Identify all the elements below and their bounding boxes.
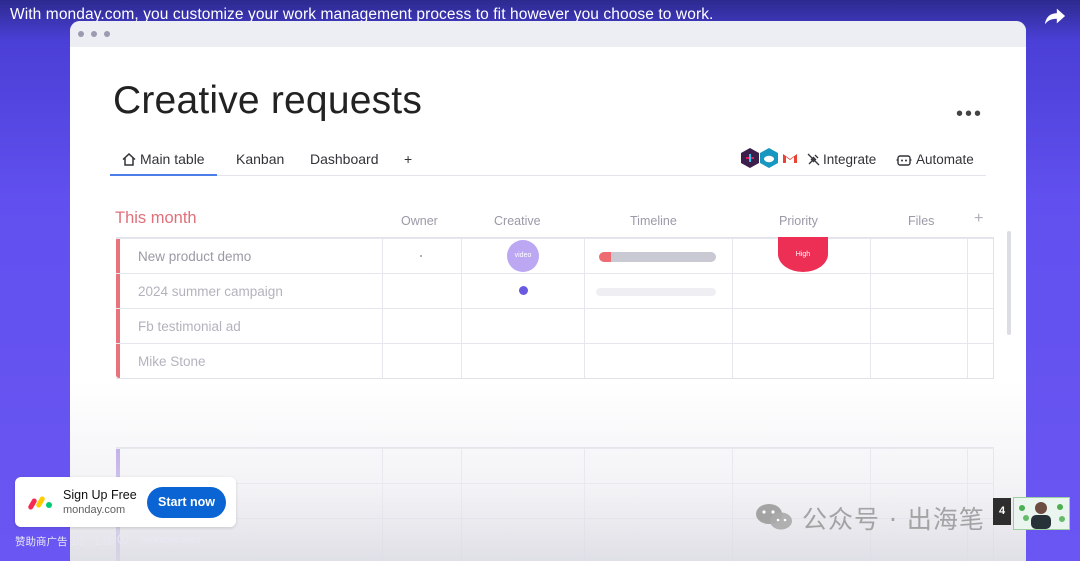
table-row[interactable]: 2024 summer campaign <box>116 273 993 308</box>
more-options-icon[interactable]: ••• <box>956 103 983 126</box>
timeline-progress <box>599 252 611 262</box>
column-header-files[interactable]: Files <box>908 214 934 228</box>
row-name[interactable]: Fb testimonial ad <box>138 319 241 334</box>
salesforce-icon <box>760 148 778 168</box>
creative-video-thumbnail[interactable]: video <box>507 240 539 272</box>
ad-title: Sign Up Free <box>63 488 137 502</box>
plug-icon <box>807 153 820 166</box>
share-icon[interactable] <box>1044 6 1066 26</box>
group-title[interactable]: This month <box>115 209 197 228</box>
row-name[interactable]: 2024 summer campaign <box>138 284 283 299</box>
creative-placeholder-dot <box>519 286 528 295</box>
table-row[interactable]: Fb testimonial ad <box>116 308 993 343</box>
presenter-avatar-icon <box>1019 502 1065 529</box>
column-header-owner[interactable]: Owner <box>401 214 438 228</box>
monday-logo-icon <box>28 496 52 510</box>
timeline-placeholder <box>596 288 716 296</box>
integrate-label: Integrate <box>823 152 877 167</box>
ad-domain: monday.com <box>63 504 126 516</box>
group-table: New product demo 2024 summer campaign Fb… <box>116 237 994 379</box>
home-icon <box>122 153 136 166</box>
robot-icon <box>896 155 912 166</box>
slack-icon <box>741 148 759 168</box>
presenter-video-thumbnail[interactable] <box>1013 497 1070 530</box>
window-titlebar <box>70 21 1026 47</box>
automate-button[interactable]: Automate <box>896 152 974 167</box>
tab-main-table[interactable]: Main table <box>110 151 217 176</box>
tab-label: Main table <box>140 151 205 167</box>
tab-kanban[interactable]: Kanban <box>236 151 284 173</box>
scrollbar[interactable] <box>1007 231 1011 335</box>
start-now-button[interactable]: Start now <box>147 487 226 518</box>
info-icon[interactable] <box>117 533 129 545</box>
automate-label: Automate <box>916 152 974 167</box>
column-header-creative[interactable]: Creative <box>494 214 541 228</box>
table-row[interactable]: New product demo <box>116 238 993 273</box>
table-row[interactable]: Mike Stone <box>116 343 993 378</box>
table-row[interactable] <box>116 448 993 483</box>
video-player[interactable]: With monday.com, you customize your work… <box>0 0 1080 561</box>
participant-count: 4 <box>993 498 1011 525</box>
wechat-icon <box>756 504 792 530</box>
timeline-bar[interactable] <box>599 252 716 262</box>
row-name[interactable]: New product demo <box>138 249 251 264</box>
board-title: Creative requests <box>113 79 423 122</box>
owner-cell[interactable] <box>420 255 422 257</box>
ad-meta-domain[interactable]: monday.com <box>141 534 200 546</box>
window-dot <box>104 31 110 37</box>
gmail-icon <box>783 154 797 163</box>
tab-dashboard[interactable]: Dashboard <box>310 151 379 173</box>
integrate-button[interactable]: Integrate <box>807 152 876 167</box>
priority-badge[interactable]: High <box>778 237 828 272</box>
add-column-button[interactable]: + <box>974 210 983 228</box>
add-view-button[interactable]: + <box>404 151 412 173</box>
row-name[interactable]: Mike Stone <box>138 354 206 369</box>
ad-card[interactable]: Sign Up Free monday.com Start now <box>15 477 236 527</box>
watermark-text: 公众号 · 出海笔 <box>802 505 985 534</box>
ad-sponsor-label: 赞助商广告 1/2 · 1:08 <box>15 536 115 548</box>
window-dot <box>78 31 84 37</box>
window-dot <box>91 31 97 37</box>
column-header-priority[interactable]: Priority <box>779 214 818 228</box>
column-header-timeline[interactable]: Timeline <box>630 214 677 228</box>
